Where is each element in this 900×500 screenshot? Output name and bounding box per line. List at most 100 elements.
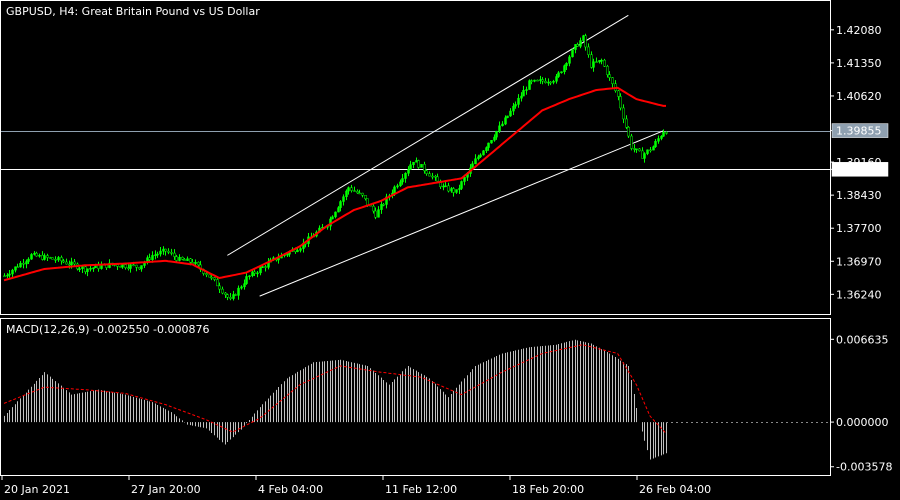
candle-body [43,255,46,260]
candle-body [253,271,256,274]
price-tick-label: 1.36970 [836,255,882,268]
candle-body [482,150,485,156]
candle-body [401,178,404,183]
time-tick-label: 20 Jan 2021 [4,483,70,496]
candle-body [455,189,458,193]
candle-body [525,89,528,91]
candle-body [563,65,566,72]
candle-body [514,104,517,107]
price-axis: 1.420801.413501.406201.398551.391601.390… [830,24,889,301]
candle-body [657,138,660,142]
candle-body [404,173,407,179]
candle-body [205,273,208,276]
candle-body [584,35,587,48]
candle-body [264,266,267,268]
candle-body [574,44,577,50]
candle-body [557,72,560,77]
candle-body [595,61,598,63]
candle-body [565,63,568,66]
candle-body [530,80,533,82]
price-tick-label: 1.38430 [836,189,882,202]
candle-body [19,262,22,268]
candle-body [619,96,622,109]
candle-body [517,97,520,105]
candle-body [240,286,243,289]
candle-body [6,274,9,277]
candle-body [479,154,482,158]
candle-body [70,261,73,266]
candle-body [173,252,176,257]
candle-body [156,253,159,256]
candle-body [436,176,439,182]
candle-body [536,79,539,82]
candle-body [243,283,246,288]
candle-body [347,187,350,192]
candle-body [237,287,240,296]
candle-body [60,257,63,262]
candle-body [229,297,232,299]
candle-body [116,264,119,267]
candle-body [608,74,611,78]
candle-body [46,255,49,258]
candle-body [512,105,515,112]
candle-body [393,186,396,194]
candle-body [16,266,19,269]
candle-body [84,266,87,272]
candle-body [78,268,81,270]
candle-body [587,46,590,55]
candle-body [350,187,353,191]
candle-body [622,107,625,120]
candle-body [129,264,132,269]
candle-body [232,294,235,299]
candle-body [81,266,84,269]
candle-body [345,190,348,197]
candle-body [234,294,237,296]
candle-body [259,267,262,274]
time-tick-label: 11 Feb 12:00 [385,483,457,496]
candle-body [181,256,184,260]
candle-body [625,118,628,128]
candle-body [487,142,490,148]
candle-body [68,263,71,266]
candle-body [649,149,652,152]
candle-body [49,257,52,259]
candle-body [8,273,11,276]
candle-body [493,136,496,141]
macd-tick-label: 0.000000 [836,416,889,429]
candle-body [498,125,501,132]
candle-body [135,264,138,268]
candle-body [189,258,192,263]
candle-body [382,204,385,206]
candle-body [600,59,603,62]
candle-body [334,211,337,218]
candle-body [420,164,423,168]
candle-body [425,170,428,174]
candle-body [549,81,552,84]
candle-body [221,288,224,294]
candle-body [27,258,30,262]
candle-body [450,188,453,192]
macd-tick-label: -0.003578 [836,461,892,474]
candle-body [635,148,638,151]
candle-body [501,123,504,127]
candle-body [477,156,480,159]
candle-body [399,181,402,187]
candle-body [251,271,254,277]
candle-body [447,185,450,192]
candle-body [361,192,364,196]
candle-body [377,209,380,218]
candle-body [119,266,122,268]
candle-body [358,192,361,195]
candle-body [460,181,463,189]
candle-body [339,201,342,208]
trading-chart[interactable]: 1.420801.413501.406201.398551.391601.390… [0,0,900,500]
candle-body [154,254,157,256]
candle-body [442,185,445,188]
candle-body [638,148,641,152]
candle-body [186,258,189,261]
candle-body [630,135,633,149]
candle-body [162,248,165,252]
candle-body [25,261,28,265]
candle-body [248,275,251,278]
candle-body [35,252,38,257]
